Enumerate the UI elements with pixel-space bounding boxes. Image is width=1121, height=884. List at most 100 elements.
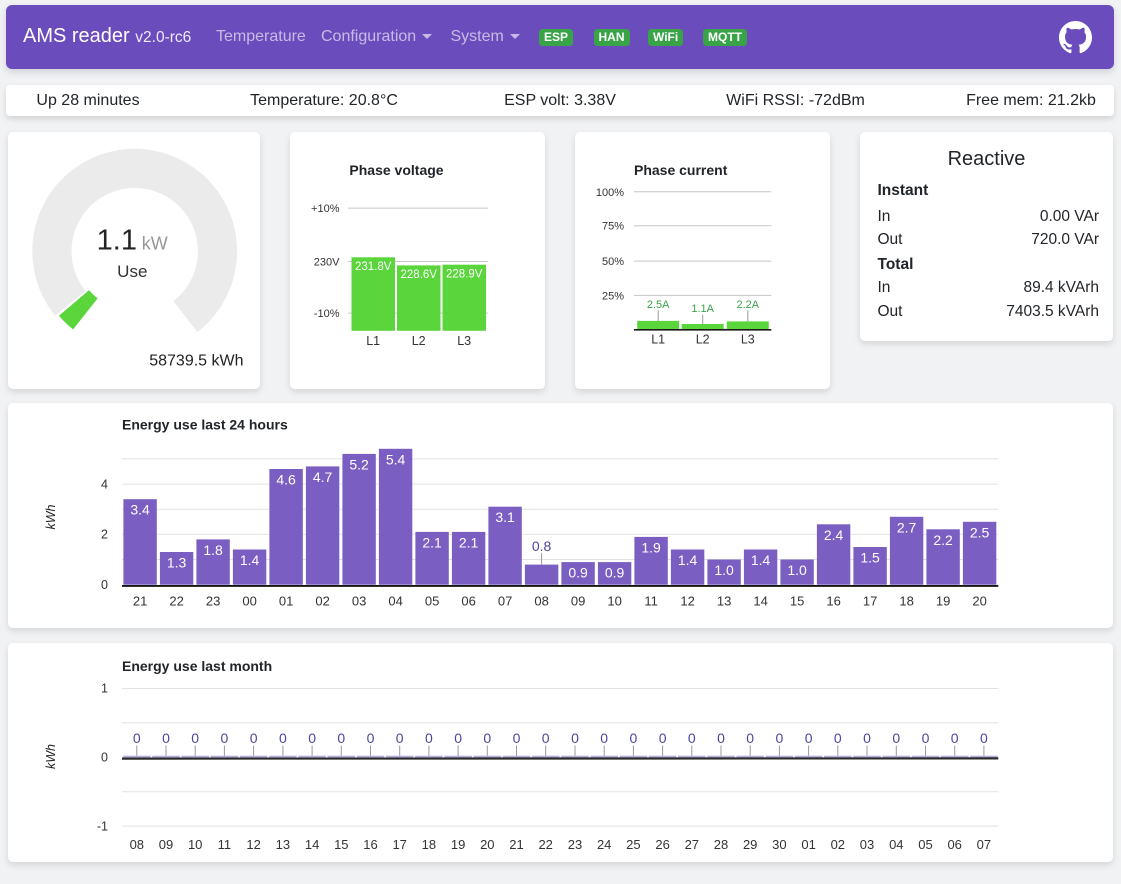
svg-text:0.9: 0.9 [605, 565, 625, 581]
svg-text:3.1: 3.1 [495, 509, 515, 525]
svg-text:01: 01 [279, 594, 293, 609]
svg-text:1.5: 1.5 [860, 550, 880, 566]
svg-text:12: 12 [680, 594, 694, 609]
svg-text:04: 04 [889, 837, 903, 852]
svg-text:0: 0 [513, 730, 521, 746]
svg-text:0: 0 [951, 730, 959, 746]
svg-text:15: 15 [334, 837, 348, 852]
svg-text:kWh: kWh [44, 744, 58, 769]
svg-text:09: 09 [571, 594, 585, 609]
svg-text:2.1: 2.1 [459, 534, 479, 550]
svg-text:06: 06 [461, 594, 475, 609]
svg-text:02: 02 [831, 837, 845, 852]
svg-text:0: 0 [191, 730, 199, 746]
svg-text:20: 20 [972, 594, 986, 609]
svg-text:18: 18 [422, 837, 436, 852]
svg-text:1.4: 1.4 [678, 552, 698, 568]
svg-text:+10%: +10% [311, 203, 340, 215]
svg-text:23: 23 [568, 837, 582, 852]
svg-text:2.7: 2.7 [897, 519, 917, 535]
svg-text:L2: L2 [412, 334, 426, 348]
svg-text:25: 25 [626, 837, 640, 852]
svg-text:0: 0 [922, 730, 930, 746]
svg-text:0: 0 [834, 730, 842, 746]
svg-text:0: 0 [250, 730, 258, 746]
svg-text:14: 14 [753, 594, 767, 609]
svg-text:4.7: 4.7 [313, 469, 333, 485]
svg-text:0: 0 [717, 730, 725, 746]
svg-text:10: 10 [607, 594, 621, 609]
svg-text:03: 03 [352, 594, 366, 609]
svg-text:24: 24 [597, 837, 611, 852]
svg-text:11: 11 [218, 837, 232, 852]
svg-text:L1: L1 [651, 332, 665, 346]
svg-text:0: 0 [863, 730, 871, 746]
svg-text:02: 02 [315, 594, 329, 609]
svg-text:0: 0 [688, 730, 696, 746]
svg-text:2.2A: 2.2A [736, 298, 759, 310]
svg-text:00: 00 [242, 594, 256, 609]
svg-text:20: 20 [480, 837, 494, 852]
svg-text:228.9V: 228.9V [446, 268, 483, 280]
svg-text:-10%: -10% [314, 308, 340, 320]
svg-text:1.4: 1.4 [240, 552, 260, 568]
svg-text:0: 0 [542, 730, 550, 746]
svg-text:L2: L2 [696, 332, 710, 346]
svg-text:1.1A: 1.1A [691, 303, 714, 315]
svg-text:0: 0 [630, 730, 638, 746]
svg-text:L3: L3 [741, 332, 755, 346]
svg-text:0: 0 [337, 730, 345, 746]
svg-text:04: 04 [388, 594, 402, 609]
svg-text:2.5A: 2.5A [647, 298, 670, 310]
svg-text:14: 14 [305, 837, 319, 852]
svg-text:30: 30 [772, 837, 786, 852]
svg-text:50%: 50% [602, 256, 624, 268]
svg-text:22: 22 [538, 837, 552, 852]
svg-text:3.4: 3.4 [130, 502, 150, 518]
svg-text:0: 0 [425, 730, 433, 746]
svg-text:kW: kW [142, 233, 168, 253]
svg-text:0: 0 [162, 730, 170, 746]
svg-text:07: 07 [498, 594, 512, 609]
svg-text:13: 13 [276, 837, 290, 852]
svg-text:18: 18 [899, 594, 913, 609]
svg-text:1.4: 1.4 [751, 552, 771, 568]
svg-text:5.4: 5.4 [386, 451, 406, 467]
svg-text:5.2: 5.2 [349, 456, 369, 472]
svg-text:Use: Use [117, 262, 147, 281]
svg-text:06: 06 [947, 837, 961, 852]
svg-text:21: 21 [509, 837, 523, 852]
svg-text:58739.5 kWh: 58739.5 kWh [149, 352, 243, 369]
svg-text:0: 0 [805, 730, 813, 746]
svg-text:0: 0 [571, 730, 579, 746]
svg-text:100%: 100% [596, 186, 624, 198]
svg-text:0: 0 [396, 730, 404, 746]
svg-text:Energy use last 24 hours: Energy use last 24 hours [122, 417, 288, 433]
svg-text:25%: 25% [602, 290, 624, 302]
svg-text:0: 0 [367, 730, 375, 746]
svg-text:05: 05 [425, 594, 439, 609]
svg-text:0: 0 [101, 751, 108, 765]
svg-text:05: 05 [918, 837, 932, 852]
svg-text:29: 29 [743, 837, 757, 852]
svg-text:19: 19 [936, 594, 950, 609]
svg-text:01: 01 [801, 837, 815, 852]
svg-text:13: 13 [717, 594, 731, 609]
svg-text:0: 0 [454, 730, 462, 746]
svg-text:0: 0 [101, 578, 108, 592]
svg-text:21: 21 [133, 594, 147, 609]
svg-text:19: 19 [451, 837, 465, 852]
svg-text:12: 12 [246, 837, 260, 852]
svg-text:kWh: kWh [44, 504, 58, 529]
svg-text:07: 07 [977, 837, 991, 852]
svg-text:0: 0 [776, 730, 784, 746]
svg-text:Energy use last month: Energy use last month [122, 658, 272, 674]
svg-text:08: 08 [130, 837, 144, 852]
svg-text:22: 22 [169, 594, 183, 609]
svg-text:0.9: 0.9 [568, 565, 588, 581]
svg-text:2: 2 [101, 528, 108, 542]
svg-text:0: 0 [483, 730, 491, 746]
svg-text:0: 0 [659, 730, 667, 746]
svg-text:17: 17 [392, 837, 406, 852]
svg-text:17: 17 [863, 594, 877, 609]
